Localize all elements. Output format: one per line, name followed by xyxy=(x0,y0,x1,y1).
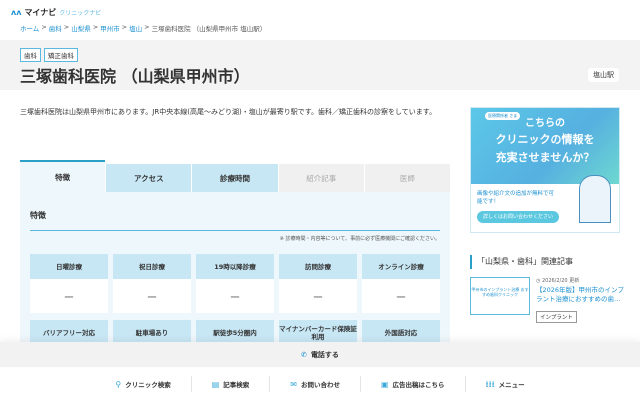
grid-menu-icon: ⁞⁞⁞ xyxy=(485,379,495,389)
breadcrumb-current: 三塚歯科医院 （山梨県甲州市 塩山駅） xyxy=(151,25,267,33)
article-tag[interactable]: インプラント xyxy=(536,311,577,323)
bottom-nav: ⚲ クリニック検索 ▤ 記事検索 ✉ お問い合わせ ▣ 広告出稿はこちら ⁞⁞⁞ メニュー xyxy=(0,368,640,400)
tab-access[interactable]: アクセス xyxy=(106,164,192,192)
feature-value: ー xyxy=(279,279,357,313)
station-badge[interactable]: 塩山駅 xyxy=(588,68,619,82)
tab-features[interactable]: 特徴 xyxy=(20,160,106,192)
banner-line2: クリニックの情報を xyxy=(495,133,595,146)
document-icon: ▤ xyxy=(211,379,220,389)
banner-line3: 充実させませんか？ xyxy=(495,151,595,164)
logo-mark-icon: ʌʌ xyxy=(11,8,22,17)
feature-label: 祝日診療 xyxy=(113,254,191,279)
search-icon: ⚲ xyxy=(115,379,122,389)
doctor-illustration xyxy=(579,175,611,223)
feature-label: オンライン診療 xyxy=(362,254,440,279)
breadcrumb-dental[interactable]: 歯科 xyxy=(49,23,62,33)
clinic-description: 三塚歯科医院は山梨県甲州市にあります。JR中央本線(高尾～みどり湖)・塩山が最寄… xyxy=(20,108,437,116)
features-panel: 特徴 ※ 診療時間・内容等について、事前に必ず医療機関にご確認ください。 日曜診… xyxy=(20,192,450,379)
nav-advertise[interactable]: ▣ 広告出稿はこちら xyxy=(361,376,466,392)
breadcrumb-home[interactable]: ホーム xyxy=(20,23,39,33)
article-title[interactable]: 【2026年版】甲州市のインプラント治療におすすめの歯… xyxy=(536,286,628,304)
tab-articles: 紹介記事 xyxy=(278,164,364,192)
tab-hours[interactable]: 診療時間 xyxy=(192,164,278,192)
feature-label: 訪問診療 xyxy=(279,254,357,279)
banner-badge: 医療関係者 さま xyxy=(485,112,521,120)
call-button[interactable]: ✆ 電話する xyxy=(0,342,640,367)
tab-doctors: 医師 xyxy=(364,164,451,192)
ad-icon: ▣ xyxy=(380,379,389,389)
feature-cell: 19時以降診療ー xyxy=(196,254,274,313)
feature-label: 日曜診療 xyxy=(30,254,108,279)
logo-sub: クリニックナビ xyxy=(59,10,102,17)
breadcrumb-prefecture[interactable]: 山梨県 xyxy=(71,23,91,33)
feature-cell: 訪問診療ー xyxy=(279,254,357,313)
divider xyxy=(30,230,440,231)
tag-dental[interactable]: 歯科 xyxy=(20,48,41,62)
feature-cell: 祝日診療ー xyxy=(113,254,191,313)
feature-value: ー xyxy=(113,279,191,313)
nav-menu[interactable]: ⁞⁞⁞ メニュー xyxy=(466,376,545,392)
feature-value: ー xyxy=(30,279,108,313)
banner-button[interactable]: 詳しくはお問い合わせください xyxy=(477,211,560,223)
feature-value: ー xyxy=(362,279,440,313)
feature-value: ー xyxy=(196,279,274,313)
features-note: ※ 診療時間・内容等について、事前に必ず医療機関にご確認ください。 xyxy=(279,236,440,242)
nav-clinic-search[interactable]: ⚲ クリニック検索 xyxy=(95,376,192,392)
tag-orthodontics[interactable]: 矯正歯科 xyxy=(44,48,78,62)
logo[interactable]: ʌʌ マイナビ クリニックナビ xyxy=(11,7,101,18)
category-tags: 歯科 矯正歯科 xyxy=(20,48,78,62)
features-heading: 特徴 xyxy=(30,211,46,220)
article-date: ◷ 2026/2/20 更新 xyxy=(536,278,580,284)
banner-body: 画像や紹介文の追加が無料で可能です！ xyxy=(477,191,555,205)
related-heading: 「山梨県・歯科」関連記事 xyxy=(470,255,573,269)
claim-clinic-banner[interactable]: 医療関係者 さま こちらの クリニックの情報を 充実させませんか？ 画像や紹介文… xyxy=(470,107,620,233)
breadcrumb-city[interactable]: 甲州市 xyxy=(100,23,120,33)
phone-icon: ✆ xyxy=(301,350,307,359)
feature-cell: オンライン診療ー xyxy=(362,254,440,313)
tab-bar: 特徴 アクセス 診療時間 紹介記事 医師 xyxy=(20,160,451,192)
logo-brand: マイナビ xyxy=(24,8,57,17)
feature-label: 19時以降診療 xyxy=(196,254,274,279)
mail-icon: ✉ xyxy=(290,379,297,389)
article-thumbnail[interactable]: 甲州市のインプラント治療 おすすめ歯科クリニック xyxy=(470,277,530,315)
related-article[interactable]: 甲州市のインプラント治療 おすすめ歯科クリニック ◷ 2026/2/20 更新 … xyxy=(470,277,628,323)
nav-article-search[interactable]: ▤ 記事検索 xyxy=(192,376,271,392)
breadcrumb: ホーム > 歯科 > 山梨県 > 甲州市 > 塩山 > 三塚歯科医院 （山梨県甲州市 塩山… xyxy=(20,23,267,33)
nav-contact[interactable]: ✉ お問い合わせ xyxy=(270,376,361,392)
breadcrumb-station[interactable]: 塩山 xyxy=(129,23,142,33)
feature-cell: 日曜診療ー xyxy=(30,254,108,313)
page-title: 三塚歯科医院 （山梨県甲州市） xyxy=(20,67,250,86)
